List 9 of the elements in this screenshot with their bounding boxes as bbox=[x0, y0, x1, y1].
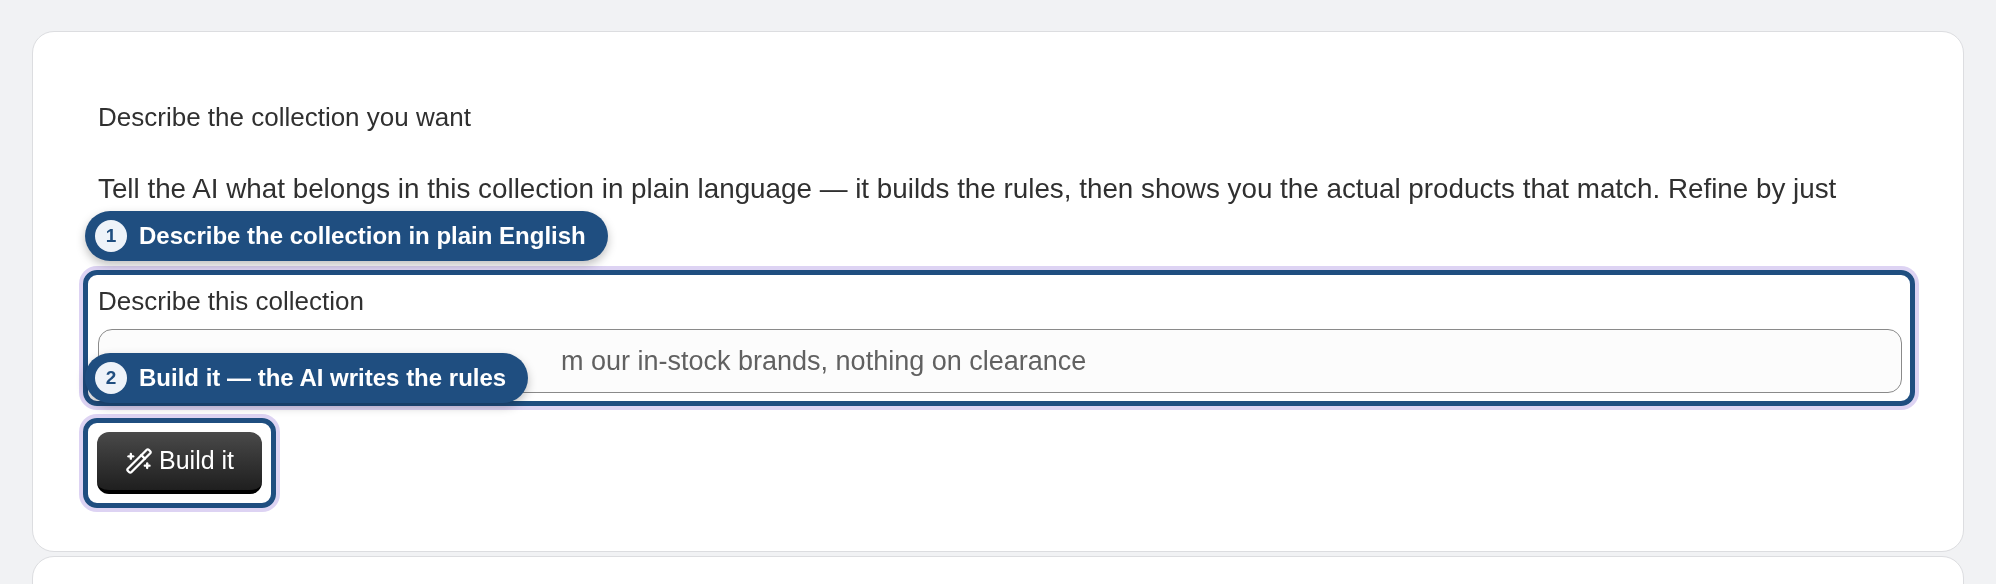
callout-text: Build it — the AI writes the rules bbox=[139, 363, 507, 393]
step-number: 1 bbox=[95, 220, 127, 252]
field-label: Describe this collection bbox=[98, 285, 365, 317]
section-heading: Describe the collection you want bbox=[98, 102, 472, 132]
magic-wand-icon bbox=[125, 447, 153, 475]
description-text: Tell the AI what belongs in this collection in plain language — it builds the rules, then shows you the actual products that match. Refine by just bbox=[98, 174, 1838, 204]
step-number: 2 bbox=[95, 362, 127, 394]
callout-text: Describe the collection in plain English bbox=[139, 221, 586, 251]
build-button[interactable]: Build it bbox=[97, 432, 263, 494]
